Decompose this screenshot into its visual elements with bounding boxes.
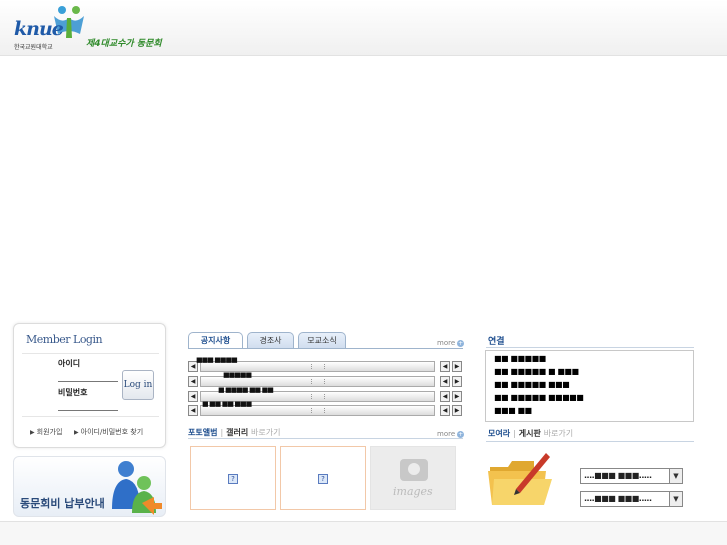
gathering-shortcut: 바로가기 [543, 429, 574, 438]
gathering-header[interactable]: 모여라 | 게시판 바로가기 [488, 428, 573, 439]
notice-title[interactable]: ■■■■■ [223, 371, 252, 379]
gathering-select-value: ....■■■ ■■■..... [584, 494, 652, 503]
password-label: 비밀번호 [58, 388, 88, 397]
chevron-down-icon[interactable]: ▼ [669, 469, 682, 483]
scroll-left-icon[interactable]: ◀ [440, 391, 450, 402]
link-item[interactable]: ■■ ■■■■■ ■ ■■■ [494, 367, 579, 376]
divider [188, 348, 463, 349]
divider [188, 438, 463, 439]
link-item[interactable]: ■■ ■■■■■ ■■■ [494, 380, 570, 389]
plus-icon: + [457, 340, 465, 347]
notice-title[interactable]: ■ ■■ ■■ ■■■ [202, 400, 252, 408]
photo-thumbnail[interactable]: ? [280, 446, 366, 510]
arrow-right-icon: ▶ [30, 429, 35, 436]
page: knue 한국교원대학교 제4대교수가 동문회 Member Login 아이디… [0, 0, 727, 545]
header: knue 한국교원대학교 제4대교수가 동문회 [0, 0, 727, 56]
separator: | [513, 429, 516, 438]
divider [486, 441, 694, 442]
footer [0, 521, 727, 545]
logo-subtitle: 한국교원대학교 [14, 44, 53, 51]
logo-text: knue [14, 18, 64, 40]
photo-placeholder[interactable]: images [370, 446, 456, 510]
camera-icon [400, 459, 428, 481]
divider [22, 353, 159, 354]
login-box: Member Login 아이디 비밀번호 Log in ▶ 회원가입 ▶ 아이디/… [13, 323, 166, 448]
scroll-right-icon[interactable]: ▶ [452, 391, 462, 402]
tab-notice[interactable]: 공지사항 [188, 332, 243, 349]
notice-more-link[interactable]: more + [437, 339, 465, 347]
link-item[interactable]: ■■■ ■■ [494, 406, 532, 415]
find-account-label: 아이디/비밀번호 찾기 [80, 428, 144, 436]
find-account-link[interactable]: ▶ 아이디/비밀번호 찾기 [74, 427, 143, 437]
logo-slogan: 제4대교수가 동문회 [86, 39, 162, 49]
notice-item[interactable]: ◀ ◀ ▶ ■ ■■ ■■ ■■■ [188, 400, 463, 416]
images-placeholder-label: images [393, 485, 433, 498]
tab-condolence[interactable]: 경조사 [247, 332, 294, 349]
dues-banner[interactable]: 동문회비 납부안내 [13, 456, 166, 517]
separator: | [220, 428, 224, 437]
photo-album-subtitle: 갤러리 [226, 428, 249, 437]
scrollbar-grip[interactable] [311, 408, 325, 413]
links-title: 연결 [488, 337, 505, 347]
link-item[interactable]: ■■ ■■■■■ [494, 354, 546, 363]
divider [486, 347, 694, 348]
id-field[interactable] [58, 381, 118, 382]
scrollbar-grip[interactable] [311, 394, 325, 399]
scroll-left-icon[interactable]: ◀ [188, 405, 198, 416]
scrollbar-grip[interactable] [311, 379, 325, 384]
arrow-right-icon: ▶ [74, 429, 79, 436]
plus-icon: + [457, 431, 465, 438]
scroll-right-icon[interactable]: ▶ [452, 376, 462, 387]
gathering-select-value: ....■■■ ■■■..... [584, 471, 652, 480]
scroll-left-icon[interactable]: ◀ [440, 376, 450, 387]
id-label: 아이디 [58, 359, 81, 368]
links-list: ■■ ■■■■■ ■■ ■■■■■ ■ ■■■ ■■ ■■■■■ ■■■ ■■ … [485, 350, 694, 422]
photo-album-title: 포토앨범 [188, 428, 218, 437]
gathering-subtitle: 게시판 [518, 429, 541, 438]
logo[interactable]: knue 한국교원대학교 제4대교수가 동문회 [6, 4, 162, 51]
photo-album-header[interactable]: 포토앨범 | 갤러리 바로가기 [188, 427, 281, 438]
broken-image-icon: ? [228, 474, 238, 484]
scroll-right-icon[interactable]: ▶ [452, 361, 462, 372]
scrollbar-grip[interactable] [311, 364, 325, 369]
scroll-left-icon[interactable]: ◀ [188, 391, 198, 402]
scroll-left-icon[interactable]: ◀ [188, 376, 198, 387]
notice-title[interactable]: ■■■ ■■■■ [196, 356, 238, 364]
gathering-select[interactable]: ....■■■ ■■■..... ▼ [580, 468, 683, 484]
gathering-select[interactable]: ....■■■ ■■■..... ▼ [580, 491, 683, 507]
login-title: Member Login [26, 333, 103, 346]
photo-more-link[interactable]: more + [437, 430, 465, 438]
scroll-left-icon[interactable]: ◀ [440, 405, 450, 416]
broken-image-icon: ? [318, 474, 328, 484]
login-button[interactable]: Log in [122, 370, 154, 400]
notice-title[interactable]: ■ ■■■■ ■■ ■■ [218, 386, 274, 394]
signup-link-label: 회원가입 [36, 428, 63, 436]
signup-link[interactable]: ▶ 회원가입 [30, 427, 62, 437]
people-icon [112, 461, 162, 515]
photo-thumbnail[interactable]: ? [190, 446, 276, 510]
link-item[interactable]: ■■ ■■■■■ ■■■■■ [494, 393, 584, 402]
more-label: more [437, 430, 456, 438]
photo-album-shortcut: 바로가기 [251, 428, 281, 437]
more-label: more [437, 339, 456, 347]
scroll-right-icon[interactable]: ▶ [452, 405, 462, 416]
divider [22, 416, 159, 417]
chevron-down-icon[interactable]: ▼ [669, 492, 682, 506]
scroll-left-icon[interactable]: ◀ [440, 361, 450, 372]
dues-banner-text: 동문회비 납부안내 [20, 497, 105, 510]
folder-icon[interactable] [486, 449, 556, 509]
tab-school-news[interactable]: 모교소식 [298, 332, 346, 349]
password-field[interactable] [58, 410, 118, 411]
gathering-title: 모여라 [488, 429, 511, 438]
